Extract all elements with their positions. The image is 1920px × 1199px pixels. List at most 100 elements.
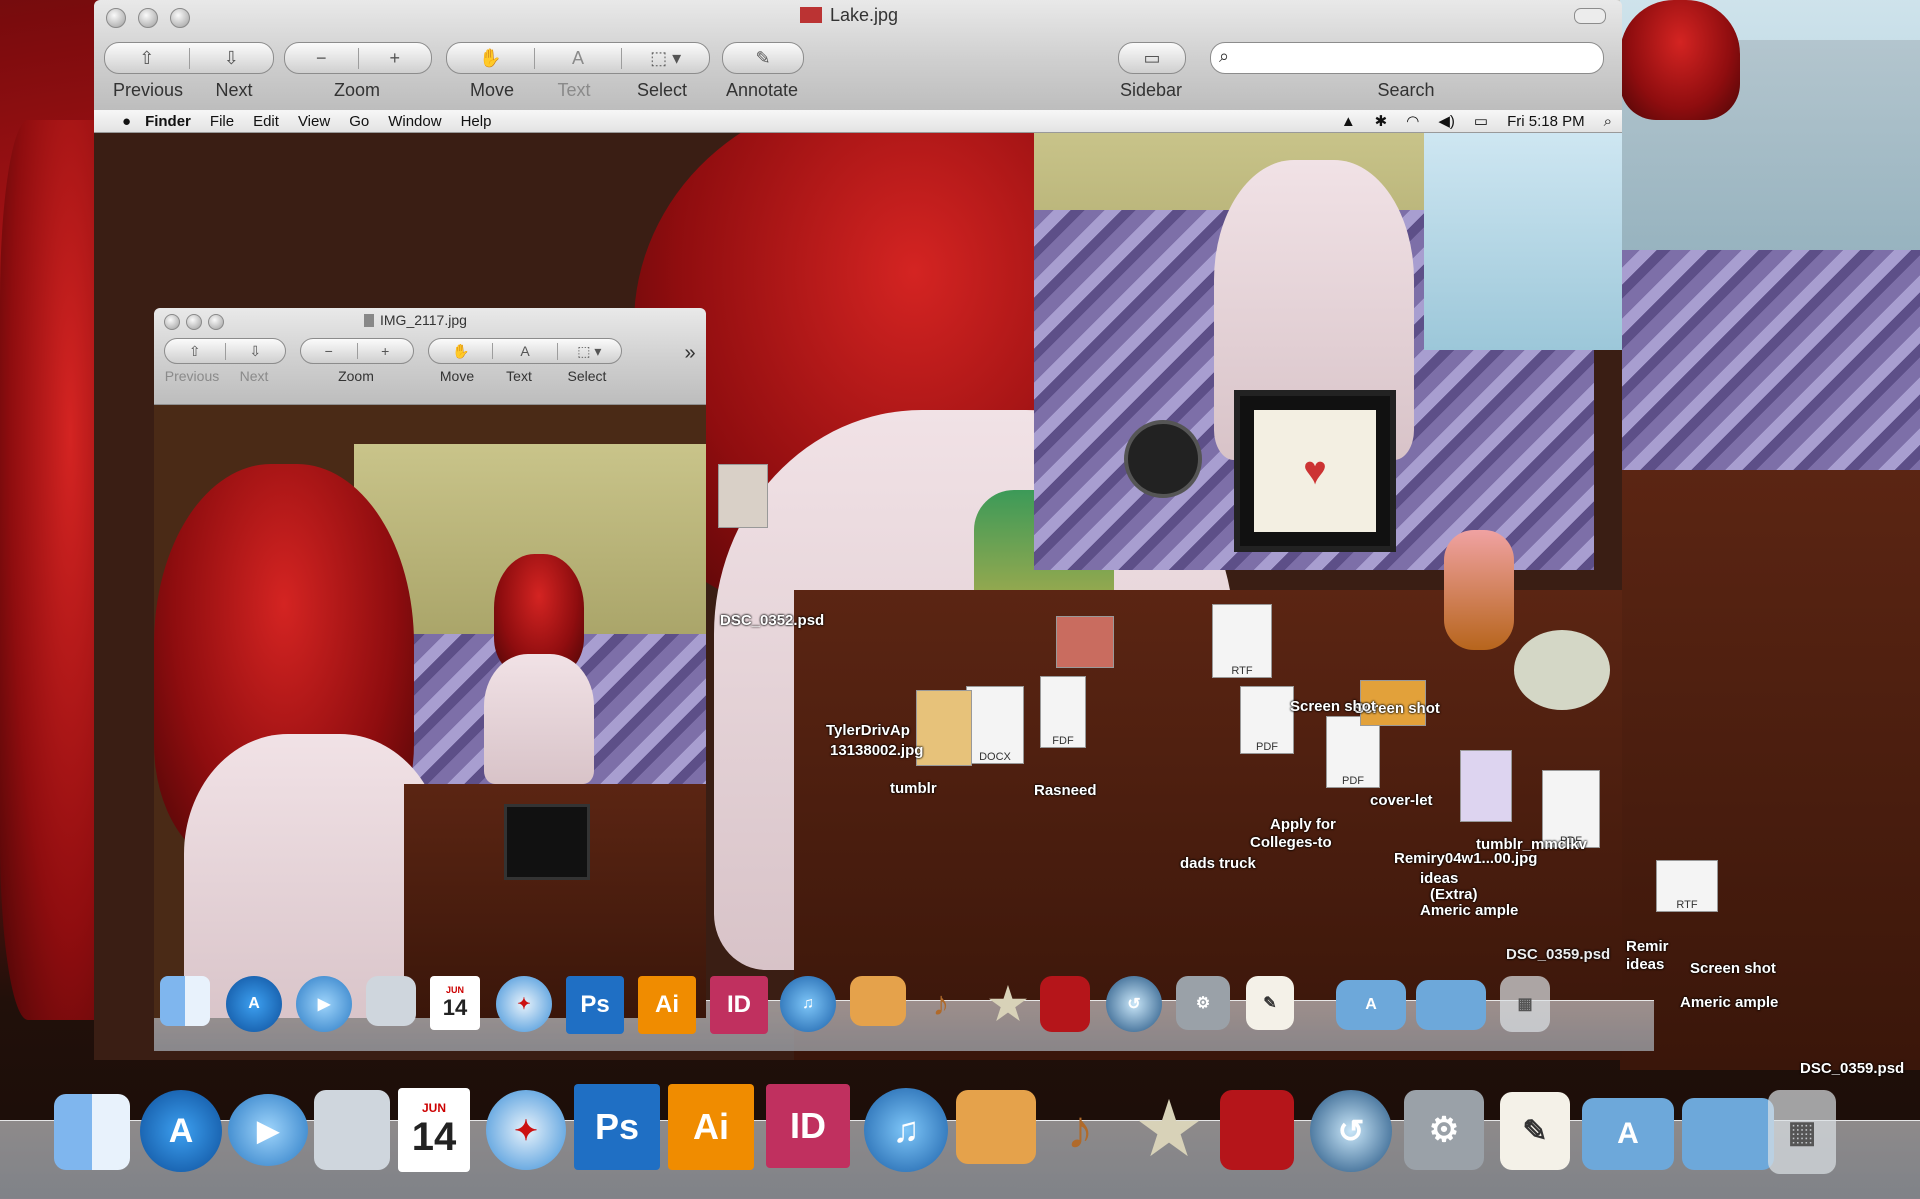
adobe-status-icon[interactable]: ▲ xyxy=(1341,113,1356,130)
iphoto-icon[interactable] xyxy=(956,1090,1036,1164)
front-row-icon[interactable] xyxy=(1040,976,1090,1032)
app-store-icon[interactable]: A xyxy=(140,1090,222,1172)
finder-icon[interactable] xyxy=(54,1094,130,1170)
previous-button-label[interactable]: Previous xyxy=(108,80,188,101)
sidebar-button[interactable]: ▭ xyxy=(1118,42,1186,74)
file-label[interactable]: tumblr xyxy=(890,780,937,797)
facetime-icon[interactable]: ▶ xyxy=(296,976,352,1032)
documents-folder-icon[interactable] xyxy=(1416,980,1486,1030)
imovie-icon[interactable]: ★ xyxy=(980,976,1036,1032)
file-label[interactable]: Colleges-to xyxy=(1250,834,1332,851)
file-label[interactable]: cover-let xyxy=(1370,792,1433,809)
garageband-icon[interactable]: ♪ xyxy=(1044,1088,1116,1172)
inner-text-tool-icon[interactable]: A xyxy=(492,343,556,359)
photo-booth-icon[interactable] xyxy=(314,1090,390,1170)
volume-icon[interactable]: ◀) xyxy=(1438,112,1455,130)
time-machine-icon[interactable]: ↺ xyxy=(1106,976,1162,1032)
text-tool-icon[interactable]: A xyxy=(533,47,622,69)
file-label[interactable]: TylerDrivAp xyxy=(826,722,910,739)
inner-move-hand-icon[interactable]: ✋ xyxy=(429,343,492,360)
menu-window[interactable]: Window xyxy=(388,113,441,130)
inner-zoom-in-icon[interactable]: + xyxy=(356,343,414,359)
file-label[interactable]: DSC_0359.psd xyxy=(1506,946,1610,963)
wifi-icon[interactable]: ◠ xyxy=(1406,112,1419,130)
file-label[interactable]: ideas xyxy=(1626,956,1664,973)
move-hand-icon[interactable]: ✋ xyxy=(447,48,534,69)
safari-icon[interactable]: ✦ xyxy=(496,976,552,1032)
battery-icon[interactable]: ▭ xyxy=(1474,112,1488,130)
illustrator-icon[interactable]: Ai xyxy=(668,1084,754,1170)
file-label[interactable]: dads truck xyxy=(1180,855,1256,872)
file-label[interactable]: Rasneed xyxy=(1034,782,1097,799)
file-label[interactable]: Apply for xyxy=(1270,816,1336,833)
select-label[interactable]: Select xyxy=(622,80,702,101)
next-button-label[interactable]: Next xyxy=(204,80,264,101)
toolbar-collapse-button[interactable] xyxy=(1574,8,1606,24)
inner-zoom-out-icon[interactable]: − xyxy=(301,343,357,359)
finder-icon[interactable] xyxy=(160,976,210,1026)
inner-text-label[interactable]: Text xyxy=(490,368,548,384)
file-label[interactable]: 13138002.jpg xyxy=(830,742,923,759)
text-label[interactable]: Text xyxy=(534,80,614,101)
annotate-button[interactable]: ✎ xyxy=(722,42,804,74)
safari-icon[interactable]: ✦ xyxy=(486,1090,566,1170)
image-thumbnail[interactable] xyxy=(718,464,768,528)
search-field[interactable]: ⌕ xyxy=(1210,42,1604,74)
file-thumbnail[interactable]: RTF xyxy=(1656,860,1718,912)
zoom-out-icon[interactable]: − xyxy=(285,48,358,69)
menu-file[interactable]: File xyxy=(210,113,234,130)
file-thumbnail[interactable]: DOCX xyxy=(966,686,1024,764)
file-label[interactable]: tumblr_mmclkv xyxy=(1476,836,1587,853)
photo-booth-icon[interactable] xyxy=(366,976,416,1026)
inner-minimize-button[interactable] xyxy=(186,314,202,330)
file-label[interactable]: Screen shot xyxy=(1290,698,1376,715)
file-label[interactable]: ideas xyxy=(1420,870,1458,887)
ical-icon[interactable]: JUN 14 xyxy=(430,976,480,1030)
file-label[interactable]: Americ ample xyxy=(1420,902,1518,919)
file-label[interactable]: DSC_0352.psd xyxy=(720,612,824,629)
zoom-window-button[interactable] xyxy=(170,8,190,28)
menu-finder[interactable]: Finder xyxy=(145,113,191,130)
iphoto-icon[interactable] xyxy=(850,976,906,1026)
itunes-icon[interactable]: ♫ xyxy=(780,976,836,1032)
menu-help[interactable]: Help xyxy=(461,113,492,130)
spotlight-icon[interactable]: ⌕ xyxy=(1604,113,1612,130)
file-thumbnail[interactable]: FDF xyxy=(1040,676,1086,748)
trash-icon[interactable]: ▦ xyxy=(1768,1090,1836,1174)
facetime-icon[interactable]: ▶ xyxy=(228,1094,308,1166)
inner-close-button[interactable] xyxy=(164,314,180,330)
minimize-button[interactable] xyxy=(138,8,158,28)
inner-select-tool-icon[interactable]: ⬚ ▾ xyxy=(556,342,621,360)
file-thumbnail[interactable]: RTF xyxy=(1212,604,1272,678)
app-store-icon[interactable]: A xyxy=(226,976,282,1032)
apple-menu-icon[interactable]: ● xyxy=(122,113,131,130)
applications-folder-icon[interactable]: A xyxy=(1336,980,1406,1030)
file-label[interactable]: Screen shot xyxy=(1690,960,1776,977)
next-arrow-icon[interactable]: ⇩ xyxy=(188,47,274,69)
inner-zoom-button[interactable] xyxy=(208,314,224,330)
photoshop-icon[interactable]: Ps xyxy=(574,1084,660,1170)
bluetooth-icon[interactable]: ✱ xyxy=(1375,112,1388,130)
trash-icon[interactable]: ▦ xyxy=(1500,976,1550,1032)
close-button[interactable] xyxy=(106,8,126,28)
textedit-icon[interactable]: ✎ xyxy=(1500,1092,1570,1170)
ical-icon[interactable]: JUN 14 xyxy=(398,1088,470,1172)
imovie-icon[interactable]: ★ xyxy=(1128,1088,1210,1170)
time-machine-icon[interactable]: ↺ xyxy=(1310,1090,1392,1172)
toolbar-overflow-chevron-icon[interactable]: » xyxy=(678,342,702,365)
indesign-icon[interactable]: ID xyxy=(710,976,768,1034)
front-row-icon[interactable] xyxy=(1220,1090,1294,1170)
zoom-in-icon[interactable]: + xyxy=(357,47,432,69)
file-label[interactable]: (Extra) xyxy=(1430,886,1478,903)
move-label[interactable]: Move xyxy=(452,80,532,101)
menu-edit[interactable]: Edit xyxy=(253,113,279,130)
image-thumbnail[interactable] xyxy=(916,690,972,766)
inner-move-label[interactable]: Move xyxy=(428,368,486,384)
photoshop-icon[interactable]: Ps xyxy=(566,976,624,1034)
menu-clock[interactable]: Fri 5:18 PM xyxy=(1507,113,1585,130)
applications-folder-icon[interactable]: A xyxy=(1582,1098,1674,1170)
menu-view[interactable]: View xyxy=(298,113,330,130)
documents-folder-icon[interactable] xyxy=(1682,1098,1774,1170)
inner-next-label[interactable]: Next xyxy=(228,368,280,384)
inner-next-arrow-icon[interactable]: ⇩ xyxy=(224,342,286,360)
